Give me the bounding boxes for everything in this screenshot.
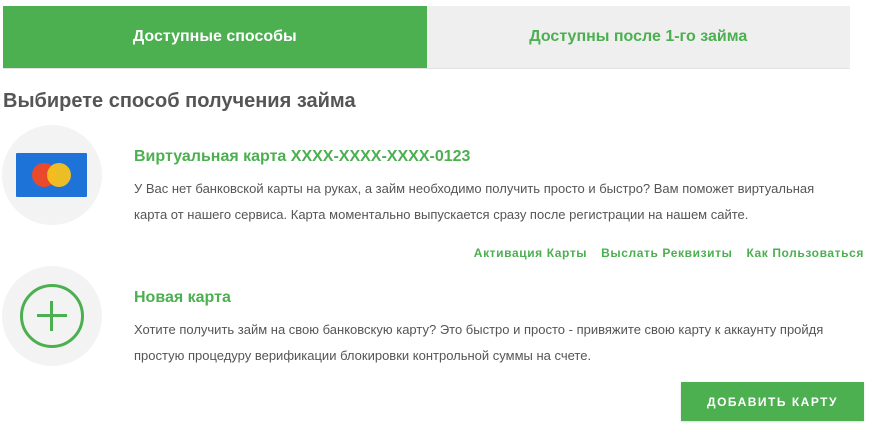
virtual-card-title: Виртуальная карта XXXX-XXXX-XXXX-0123 bbox=[134, 148, 471, 165]
plus-circle-icon[interactable] bbox=[20, 284, 84, 348]
virtual-card-description: У Вас нет банковской карты на руках, а з… bbox=[134, 176, 864, 228]
new-card-title: Новая карта bbox=[134, 289, 231, 306]
bank-card-icon bbox=[16, 153, 87, 197]
page-title: Выбирете способ получения займа bbox=[3, 90, 356, 112]
activate-card-link[interactable]: Активация Карты bbox=[474, 246, 587, 260]
new-card-description-line1: Хотите получить займ на свою банковскую … bbox=[134, 322, 824, 337]
method-tabs: Доступные способы Доступны после 1-го за… bbox=[3, 6, 850, 69]
virtual-card-icon-wrap bbox=[2, 125, 102, 225]
new-card-description: Хотите получить займ на свою банковскую … bbox=[134, 317, 864, 369]
new-card-description-line2: простую процедуру верификации блокировки… bbox=[134, 348, 592, 363]
new-card-icon-wrap[interactable] bbox=[2, 266, 102, 366]
add-card-button[interactable]: ДОБАВИТЬ КАРТУ bbox=[681, 382, 864, 421]
virtual-card-description-line1: У Вас нет банковской карты на руках, а з… bbox=[134, 181, 815, 196]
virtual-card-actions: Активация Карты Выслать Реквизиты Как По… bbox=[474, 246, 864, 260]
tab-after-first-loan[interactable]: Доступны после 1-го займа bbox=[426, 6, 850, 68]
send-details-link[interactable]: Выслать Реквизиты bbox=[601, 246, 732, 260]
how-to-use-link[interactable]: Как Пользоваться bbox=[746, 246, 864, 260]
tab-available-methods[interactable]: Доступные способы bbox=[3, 6, 427, 68]
virtual-card-description-line2: карта от нашего сервиса. Карта моменталь… bbox=[134, 207, 749, 222]
